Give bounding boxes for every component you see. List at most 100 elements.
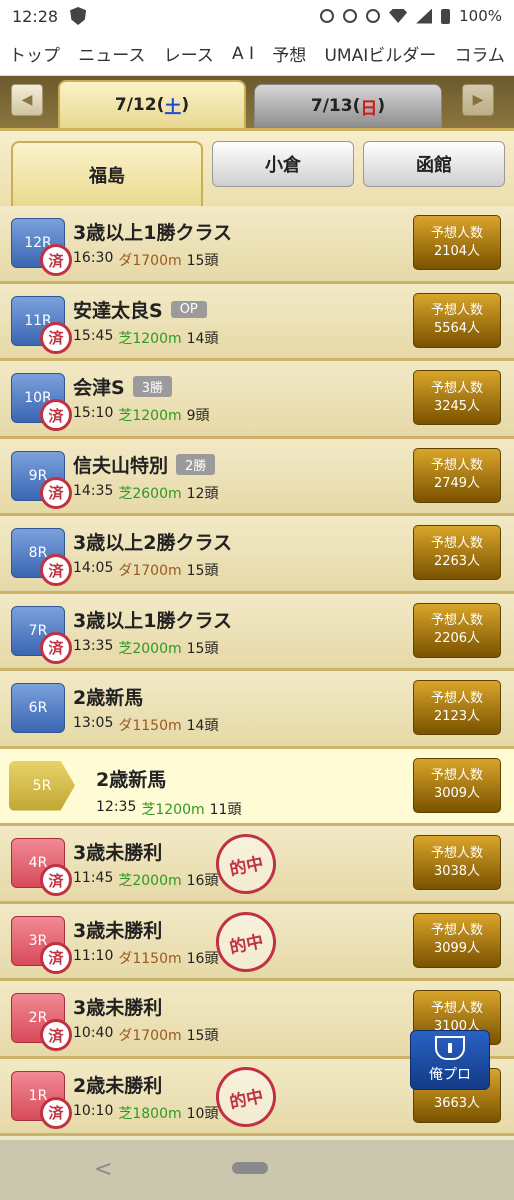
prediction-count-label: 予想人数: [430, 613, 483, 628]
finished-stamp: 済: [40, 321, 72, 354]
race-number-badge: 5R: [9, 760, 75, 811]
race-title: 3歳未勝利: [73, 838, 162, 865]
date-tab-sat[interactable]: 7/12(土): [58, 80, 246, 128]
prediction-count-button[interactable]: 予想人数 2206人: [413, 602, 501, 658]
nav-column[interactable]: コラム: [454, 41, 505, 66]
prediction-count-value: 3009人: [433, 786, 481, 801]
date-tab-sun[interactable]: 7/13(日): [254, 84, 442, 128]
race-row[interactable]: 8R 済 3歳以上2勝クラス 14:05 ダ1700m 15頭 予想人数 2263人: [0, 516, 514, 594]
race-heads: 14頭: [186, 718, 219, 734]
alarm-icon: [320, 9, 335, 23]
prev-date-button[interactable]: ◀: [11, 84, 43, 116]
prediction-count-button[interactable]: 予想人数 3038人: [413, 835, 501, 890]
nav-top[interactable]: トップ: [9, 41, 60, 66]
race-name: 3歳以上1勝クラス: [73, 222, 233, 244]
prediction-count-value: 3038人: [433, 863, 481, 879]
race-surface: 芝1200m: [118, 330, 182, 347]
status-bar: 12:28 100%: [0, 0, 514, 32]
race-surface: 芝1200m: [141, 801, 205, 818]
nav-umai-builder[interactable]: UMAIビルダー: [324, 41, 436, 66]
race-heads: 15頭: [186, 640, 219, 657]
ore-pro-label: 俺プロ: [429, 1067, 471, 1083]
ore-pro-button[interactable]: 俺プロ: [410, 1030, 490, 1090]
race-time: 16:30: [73, 250, 114, 266]
prediction-count-value: 2123人: [433, 708, 481, 724]
race-row[interactable]: 4R 済 3歳未勝利 11:45 芝2000m 16頭 的中 予想人数 3038人: [0, 826, 514, 904]
finished-stamp: 済: [40, 554, 72, 586]
battery-percent: 100%: [459, 7, 502, 25]
race-time: 15:45: [73, 327, 114, 344]
hit-stamp: 的中: [210, 828, 282, 900]
race-info: 12:35 芝1200m 11頭: [96, 799, 241, 819]
home-pill[interactable]: [232, 1162, 268, 1174]
race-info: 11:45 芝2000m 16頭: [73, 870, 218, 890]
race-heads: 9頭: [186, 408, 210, 424]
prediction-count-value: 2104人: [433, 243, 481, 259]
race-name: 2歳新馬: [73, 687, 144, 709]
prediction-count-button[interactable]: 予想人数 2749人: [413, 447, 501, 503]
race-row[interactable]: 12R 済 3歳以上1勝クラス 16:30 ダ1700m 15頭 予想人数 2104人: [0, 206, 514, 284]
venue-tab-hakodate[interactable]: 函館: [363, 141, 505, 187]
back-icon[interactable]: <: [94, 1157, 112, 1182]
race-time: 13:35: [73, 637, 114, 654]
race-surface: 芝2000m: [118, 873, 182, 889]
race-row[interactable]: 7R 済 3歳以上1勝クラス 13:35 芝2000m 15頭 予想人数 2206人: [0, 593, 514, 671]
date-tab-date: 7/12: [114, 95, 157, 115]
date-tab-date: 7/13: [310, 96, 353, 116]
race-name: 3歳以上2勝クラス: [73, 532, 233, 554]
race-name: 3歳未勝利: [73, 919, 163, 942]
race-title: 会津S 3勝: [73, 373, 172, 400]
finished-stamp: 済: [40, 476, 72, 509]
race-info: 15:45 芝1200m 14頭: [73, 328, 218, 348]
wifi-icon: [389, 9, 408, 23]
race-info: 13:05 ダ1150m 14頭: [73, 715, 218, 735]
race-info: 11:10 ダ1150m 16頭: [73, 948, 218, 968]
hit-stamp: 的中: [210, 1060, 282, 1133]
venue-tab-kokura[interactable]: 小倉: [212, 141, 354, 187]
race-title: 3歳未勝利: [73, 993, 162, 1020]
prediction-count-label: 予想人数: [430, 535, 483, 551]
nav-news[interactable]: ニュース: [78, 41, 145, 66]
nav-prediction[interactable]: 予想: [272, 41, 306, 66]
prediction-count-label: 予想人数: [430, 1000, 483, 1016]
race-row[interactable]: 5R 2歳新馬 12:35 芝1200m 11頭 予想人数 3009人: [0, 748, 514, 826]
race-surface: 芝1800m: [118, 1105, 182, 1122]
prediction-count-button[interactable]: 予想人数 3245人: [413, 370, 501, 425]
race-list: 12R 済 3歳以上1勝クラス 16:30 ダ1700m 15頭 予想人数 2104人 11R 済…: [0, 206, 514, 1136]
next-date-button[interactable]: ▶: [462, 84, 494, 116]
race-surface: ダ1150m: [118, 718, 182, 734]
prediction-count-button[interactable]: 予想人数 2263人: [413, 525, 501, 580]
top-nav: トップ ニュース レース A I 予想 UMAIビルダー コラム: [0, 32, 514, 76]
prediction-count-value: 3663人: [433, 1096, 481, 1111]
race-heads: 14頭: [186, 330, 219, 347]
prediction-count-button[interactable]: 予想人数 3099人: [413, 912, 501, 968]
race-time: 10:40: [73, 1025, 114, 1041]
prediction-count-button[interactable]: 予想人数 5564人: [413, 292, 501, 348]
race-row[interactable]: 9R 済信夫山特別 2勝 14:35 芝2600m 12頭 予想人数 2749人: [0, 438, 514, 516]
prediction-count-value: 5564人: [433, 321, 481, 336]
race-title: 3歳未勝利: [73, 916, 162, 943]
mute-icon: [366, 9, 381, 23]
race-title: 2歳新馬: [96, 765, 166, 792]
race-row[interactable]: 10R 済会津S 3勝 15:10 芝1200m 9頭 予想人数 3245人: [0, 361, 514, 439]
prediction-count-button[interactable]: 予想人数 2123人: [413, 680, 501, 735]
race-name: 2歳未勝利: [73, 1074, 163, 1097]
race-name: 3歳以上1勝クラス: [73, 609, 233, 632]
race-title: 3歳以上2勝クラス: [73, 528, 232, 555]
race-row[interactable]: 3R 済 3歳未勝利 11:10 ダ1150m 16頭 的中 予想人数 3099人: [0, 903, 514, 981]
race-info: 14:35 芝2600m 12頭: [73, 483, 218, 503]
prediction-count-button[interactable]: 予想人数 3009人: [413, 757, 501, 813]
race-row[interactable]: 11R 済安達太良S OP 15:45 芝1200m 14頭 予想人数 5564人: [0, 283, 514, 361]
prediction-count-label: 予想人数: [430, 845, 483, 861]
prediction-count-button[interactable]: 予想人数 2104人: [413, 215, 501, 270]
date-tabs: ◀ 7/12(土) 7/13(日) ▶: [0, 76, 514, 128]
race-number-badge: 6R: [11, 683, 65, 733]
venue-tab-fukushima[interactable]: 福島: [11, 141, 203, 206]
nav-race[interactable]: レース: [164, 41, 214, 66]
race-info: 15:10 芝1200m 9頭: [73, 405, 210, 425]
race-grade-badge: 2勝: [176, 453, 216, 475]
race-row[interactable]: 6R 2歳新馬 13:05 ダ1150m 14頭 予想人数 2123人: [0, 671, 514, 749]
prediction-count-label: 予想人数: [430, 923, 483, 938]
nav-ai[interactable]: A I: [232, 44, 254, 64]
race-time: 11:10: [73, 947, 114, 964]
